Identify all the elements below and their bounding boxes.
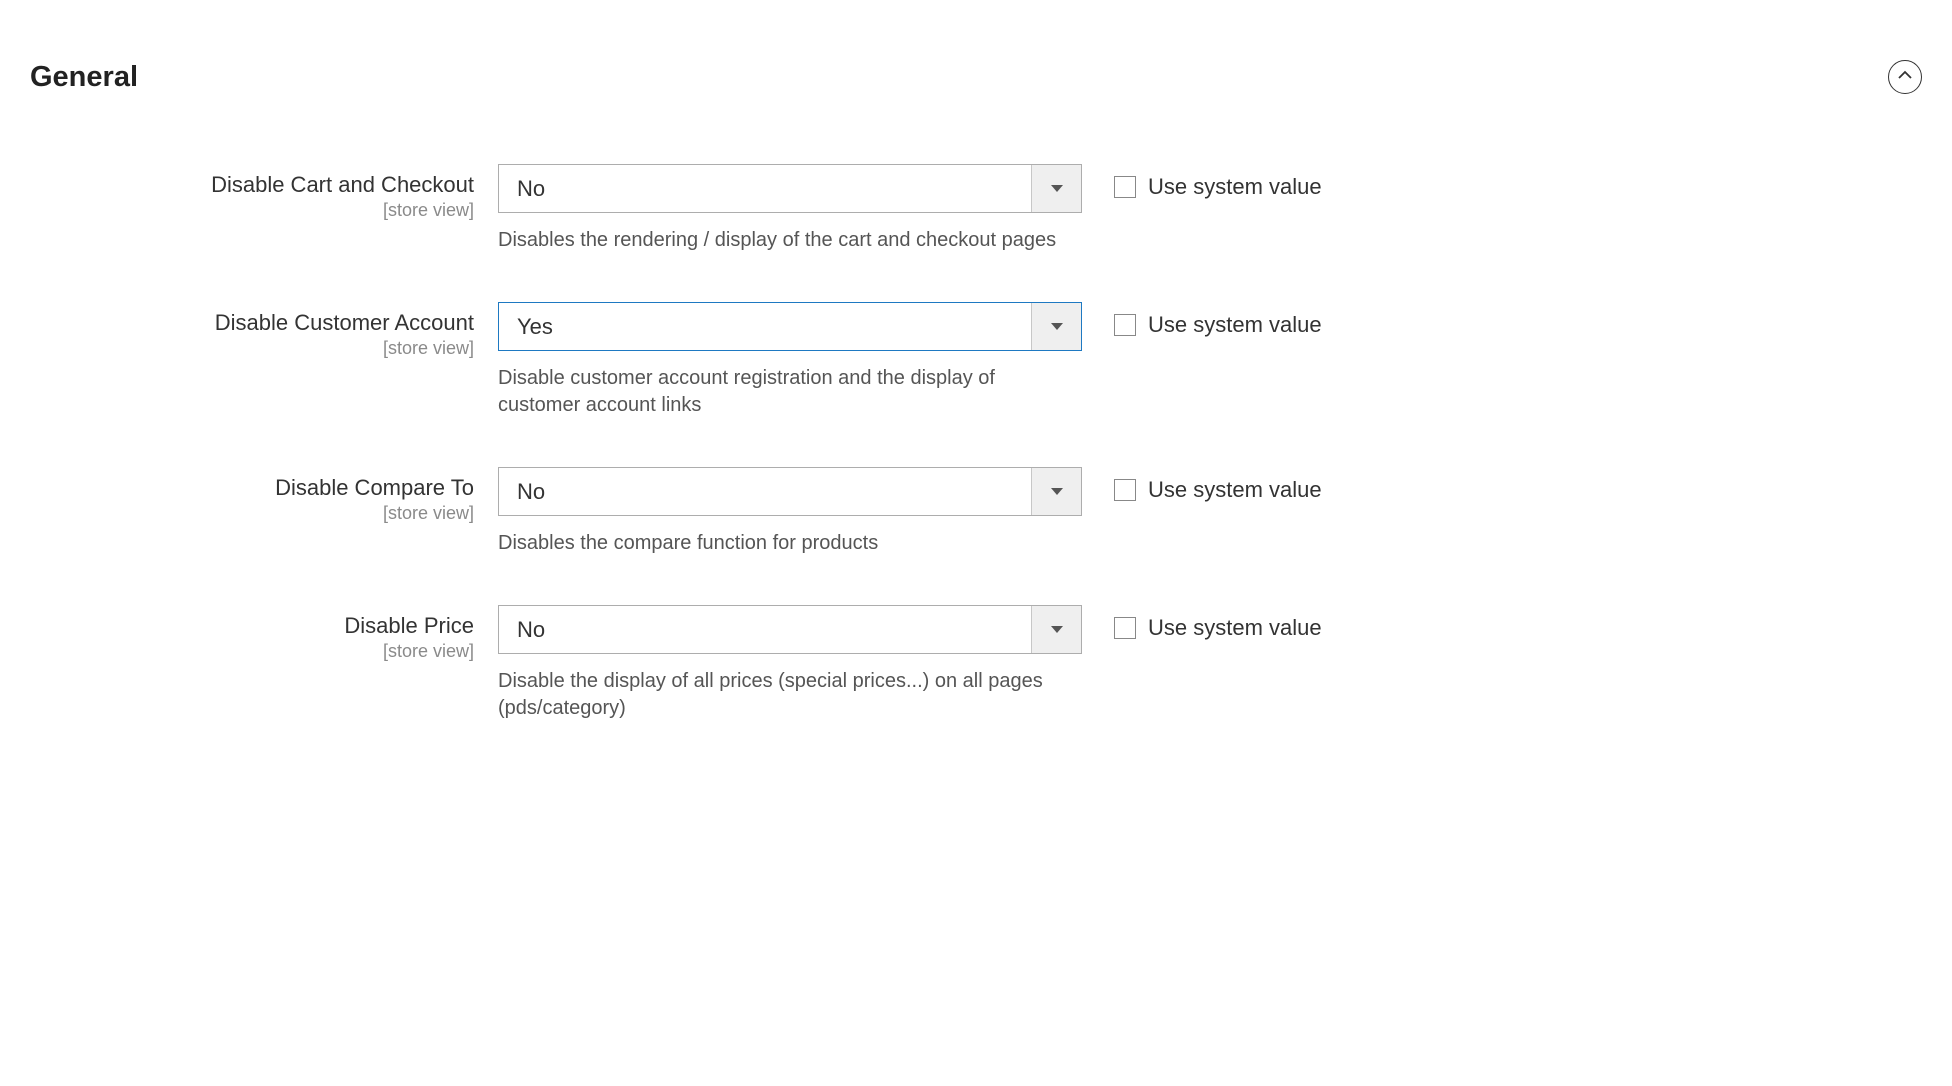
field-label: Disable Customer Account — [30, 310, 474, 336]
field-control: No Disables the rendering / display of t… — [498, 164, 1082, 254]
chevron-down-icon — [1031, 468, 1081, 515]
use-system-wrap: Use system value — [1082, 605, 1322, 641]
disable-cart-select[interactable]: No — [498, 164, 1082, 213]
use-system-label: Use system value — [1148, 312, 1322, 338]
chevron-up-icon — [1898, 68, 1912, 87]
field-label-wrap: Disable Cart and Checkout [store view] — [30, 164, 498, 221]
disable-compare-select[interactable]: No — [498, 467, 1082, 516]
use-system-checkbox[interactable] — [1114, 479, 1136, 501]
use-system-label: Use system value — [1148, 615, 1322, 641]
chevron-down-icon — [1031, 606, 1081, 653]
field-disable-compare: Disable Compare To [store view] No Disab… — [30, 467, 1922, 557]
field-disable-price: Disable Price [store view] No Disable th… — [30, 605, 1922, 722]
collapse-toggle-button[interactable] — [1888, 60, 1922, 94]
chevron-down-icon — [1031, 303, 1081, 350]
select-value: Yes — [499, 314, 1031, 340]
disable-customer-select[interactable]: Yes — [498, 302, 1082, 351]
use-system-checkbox[interactable] — [1114, 176, 1136, 198]
field-scope: [store view] — [30, 200, 474, 221]
field-note: Disable customer account registration an… — [498, 365, 1082, 419]
use-system-label: Use system value — [1148, 477, 1322, 503]
field-label-wrap: Disable Compare To [store view] — [30, 467, 498, 524]
field-disable-cart: Disable Cart and Checkout [store view] N… — [30, 164, 1922, 254]
field-label: Disable Compare To — [30, 475, 474, 501]
field-disable-customer: Disable Customer Account [store view] Ye… — [30, 302, 1922, 419]
field-scope: [store view] — [30, 641, 474, 662]
use-system-checkbox[interactable] — [1114, 617, 1136, 639]
field-control: No Disable the display of all prices (sp… — [498, 605, 1082, 722]
field-label-wrap: Disable Price [store view] — [30, 605, 498, 662]
field-note: Disable the display of all prices (speci… — [498, 668, 1082, 722]
use-system-label: Use system value — [1148, 174, 1322, 200]
select-value: No — [499, 617, 1031, 643]
field-control: No Disables the compare function for pro… — [498, 467, 1082, 557]
section-header: General — [30, 60, 1922, 94]
field-control: Yes Disable customer account registratio… — [498, 302, 1082, 419]
use-system-checkbox[interactable] — [1114, 314, 1136, 336]
field-note: Disables the compare function for produc… — [498, 530, 1082, 557]
section-title: General — [30, 61, 138, 94]
field-note: Disables the rendering / display of the … — [498, 227, 1082, 254]
select-value: No — [499, 176, 1031, 202]
field-scope: [store view] — [30, 503, 474, 524]
chevron-down-icon — [1031, 165, 1081, 212]
use-system-wrap: Use system value — [1082, 467, 1322, 503]
select-value: No — [499, 479, 1031, 505]
use-system-wrap: Use system value — [1082, 302, 1322, 338]
disable-price-select[interactable]: No — [498, 605, 1082, 654]
field-label: Disable Cart and Checkout — [30, 172, 474, 198]
use-system-wrap: Use system value — [1082, 164, 1322, 200]
field-scope: [store view] — [30, 338, 474, 359]
field-label: Disable Price — [30, 613, 474, 639]
field-label-wrap: Disable Customer Account [store view] — [30, 302, 498, 359]
